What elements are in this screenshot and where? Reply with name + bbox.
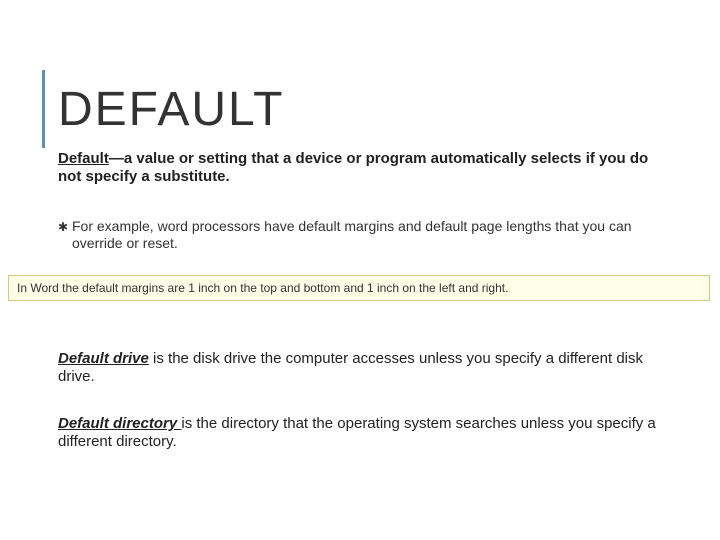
definition-line: Default—a value or setting that a device… [58,150,658,186]
slide-title: DEFAULT [58,82,284,137]
default-directory-paragraph: Default directory is the directory that … [58,415,658,451]
accent-bar [42,70,45,148]
default-directory-term: Default directory [58,415,181,432]
definition-text-a: —a value or setting that a device or pro… [109,150,431,167]
definition-emphasis: automatically [431,150,527,167]
default-drive-paragraph: Default drive is the disk drive the comp… [58,350,658,386]
slide: DEFAULT Default—a value or setting that … [0,0,720,540]
example-text: For example, word processors have defaul… [72,218,672,252]
bullet-icon: ✱ [58,220,68,234]
callout-box: In Word the default margins are 1 inch o… [8,275,710,301]
default-drive-term: Default drive [58,350,149,367]
definition-term: Default [58,150,109,167]
